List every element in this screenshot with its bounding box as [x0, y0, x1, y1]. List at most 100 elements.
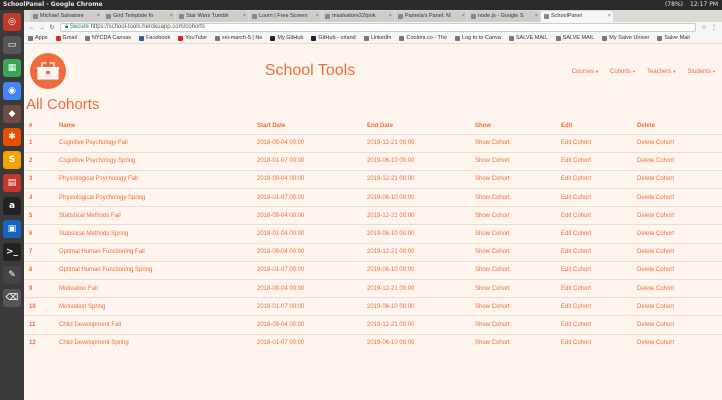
- bookmark[interactable]: Coolors.co - The: [399, 35, 447, 41]
- edit-cohort-link[interactable]: Edit Cohort: [556, 260, 632, 280]
- delete-cohort-link[interactable]: Delete Cohort: [632, 260, 722, 280]
- delete-cohort-link[interactable]: Delete Cohort: [632, 297, 722, 316]
- bookmark-label: Gmail: [62, 35, 77, 41]
- salve-icon: [555, 35, 561, 41]
- menu-icon[interactable]: ⋮: [709, 24, 719, 31]
- trash-icon[interactable]: ⌫: [3, 289, 21, 307]
- close-icon[interactable]: ×: [535, 11, 538, 22]
- bookmark[interactable]: Log In to Canva: [455, 35, 501, 41]
- bookmark[interactable]: Gmail: [55, 35, 77, 41]
- browser-tab[interactable]: node.js - Google S ×: [468, 11, 540, 22]
- show-cohort-link[interactable]: Show Cohort: [470, 315, 556, 335]
- browser-tab-active[interactable]: SchoolPanel ×: [541, 11, 613, 22]
- show-cohort-link[interactable]: Show Cohort: [470, 333, 556, 353]
- favicon-icon: [544, 14, 549, 19]
- bookmark[interactable]: SALVE MAIL: [555, 35, 594, 41]
- lock-icon: 🔒︎: [65, 24, 69, 30]
- delete-cohort-link[interactable]: Delete Cohort: [632, 151, 722, 171]
- close-icon[interactable]: ×: [170, 11, 173, 22]
- bookmark[interactable]: YouTube: [178, 35, 207, 41]
- nav-courses[interactable]: Courses▼: [572, 69, 599, 75]
- bookmark[interactable]: SALVE MAIL: [508, 35, 548, 41]
- edit-cohort-link[interactable]: Edit Cohort: [556, 169, 632, 189]
- edit-cohort-link[interactable]: Edit Cohort: [556, 206, 632, 225]
- delete-cohort-link[interactable]: Delete Cohort: [632, 333, 722, 353]
- delete-cohort-link[interactable]: Delete Cohort: [632, 188, 722, 207]
- bookmark[interactable]: NYCDA Canvas: [84, 35, 131, 41]
- chrome-icon[interactable]: ◉: [3, 82, 21, 100]
- close-icon[interactable]: ×: [462, 11, 465, 22]
- close-icon[interactable]: ×: [97, 11, 100, 22]
- browser-tab[interactable]: Grid Template fo ×: [103, 11, 175, 22]
- spreadsheet-icon[interactable]: ▦: [3, 59, 21, 77]
- app-store-icon[interactable]: ▣: [3, 220, 21, 238]
- row-number: 2: [24, 151, 54, 171]
- terminal-icon[interactable]: >_: [3, 243, 21, 261]
- close-icon[interactable]: ×: [608, 11, 611, 22]
- amazon-icon[interactable]: a: [3, 197, 21, 215]
- browser-tab[interactable]: Loom | Free Screen ×: [249, 11, 321, 22]
- show-cohort-link[interactable]: Show Cohort: [470, 188, 556, 207]
- delete-cohort-link[interactable]: Delete Cohort: [632, 278, 722, 298]
- edit-cohort-link[interactable]: Edit Cohort: [556, 333, 632, 353]
- close-icon[interactable]: ×: [243, 11, 246, 22]
- show-cohort-link[interactable]: Show Cohort: [470, 151, 556, 171]
- delete-cohort-link[interactable]: Delete Cohort: [632, 315, 722, 335]
- bookmark[interactable]: Salve Mail: [657, 35, 690, 41]
- bookmark[interactable]: My Salve Univer: [602, 35, 649, 41]
- clock[interactable]: 12:17 PM: [690, 0, 718, 10]
- edit-cohort-link[interactable]: Edit Cohort: [556, 188, 632, 207]
- browser-tab[interactable]: Pamela's Panel: M ×: [395, 11, 467, 22]
- delete-cohort-link[interactable]: Delete Cohort: [632, 206, 722, 225]
- bookmark[interactable]: My GitHub: [270, 35, 303, 41]
- app-icon[interactable]: ◆: [3, 105, 21, 123]
- show-cohort-link[interactable]: Show Cohort: [470, 133, 556, 153]
- nav-students[interactable]: Students▼: [687, 69, 716, 75]
- show-cohort-link[interactable]: Show Cohort: [470, 224, 556, 244]
- tab-label: msalvatore22/pok: [332, 13, 376, 19]
- close-icon[interactable]: ×: [316, 11, 319, 22]
- delete-cohort-link[interactable]: Delete Cohort: [632, 224, 722, 244]
- search-icon[interactable]: ◎: [3, 13, 21, 31]
- delete-cohort-link[interactable]: Delete Cohort: [632, 169, 722, 189]
- edit-cohort-link[interactable]: Edit Cohort: [556, 151, 632, 171]
- bookmark[interactable]: Facebook: [139, 35, 170, 41]
- edit-cohort-link[interactable]: Edit Cohort: [556, 242, 632, 262]
- close-icon[interactable]: ×: [389, 11, 392, 22]
- brand-title[interactable]: School Tools: [24, 62, 596, 80]
- bookmark[interactable]: GitHub - orland: [311, 35, 356, 41]
- back-icon[interactable]: ←: [27, 25, 37, 31]
- edit-cohort-link[interactable]: Edit Cohort: [556, 133, 632, 153]
- browser-tab[interactable]: Michael Salvatore ×: [30, 11, 102, 22]
- edit-cohort-link[interactable]: Edit Cohort: [556, 224, 632, 244]
- document-icon[interactable]: ▤: [3, 174, 21, 192]
- show-cohort-link[interactable]: Show Cohort: [470, 278, 556, 298]
- delete-cohort-link[interactable]: Delete Cohort: [632, 242, 722, 262]
- sublime-icon[interactable]: S: [3, 151, 21, 169]
- start-date: 2018-01-07 00:00: [252, 333, 362, 353]
- bookmark[interactable]: Apps: [28, 35, 48, 41]
- nav-teachers[interactable]: Teachers▼: [647, 69, 676, 75]
- editor-icon[interactable]: ✎: [3, 266, 21, 284]
- show-cohort-link[interactable]: Show Cohort: [470, 297, 556, 316]
- settings-icon[interactable]: ✱: [3, 128, 21, 146]
- nav-cohorts[interactable]: Cohorts▼: [610, 69, 636, 75]
- show-cohort-link[interactable]: Show Cohort: [470, 169, 556, 189]
- show-cohort-link[interactable]: Show Cohort: [470, 242, 556, 262]
- row-number: 4: [24, 188, 54, 207]
- edit-cohort-link[interactable]: Edit Cohort: [556, 297, 632, 316]
- delete-cohort-link[interactable]: Delete Cohort: [632, 133, 722, 153]
- edit-cohort-link[interactable]: Edit Cohort: [556, 278, 632, 298]
- forward-icon[interactable]: →: [37, 25, 47, 31]
- browser-tab[interactable]: msalvatore22/pok ×: [322, 11, 394, 22]
- show-cohort-link[interactable]: Show Cohort: [470, 260, 556, 280]
- bookmark[interactable]: LinkedIn: [363, 35, 391, 41]
- browser-tab[interactable]: Star Wars Tumblr ×: [176, 11, 248, 22]
- edit-cohort-link[interactable]: Edit Cohort: [556, 315, 632, 335]
- bookmark[interactable]: sei-march-5 | Ne: [214, 35, 262, 41]
- star-icon[interactable]: ☆: [699, 24, 709, 31]
- files-icon[interactable]: ▭: [3, 36, 21, 54]
- show-cohort-link[interactable]: Show Cohort: [470, 206, 556, 225]
- address-input[interactable]: 🔒︎ Secure https://school-tools.herokuapp…: [60, 23, 696, 32]
- reload-icon[interactable]: ↻: [47, 24, 57, 31]
